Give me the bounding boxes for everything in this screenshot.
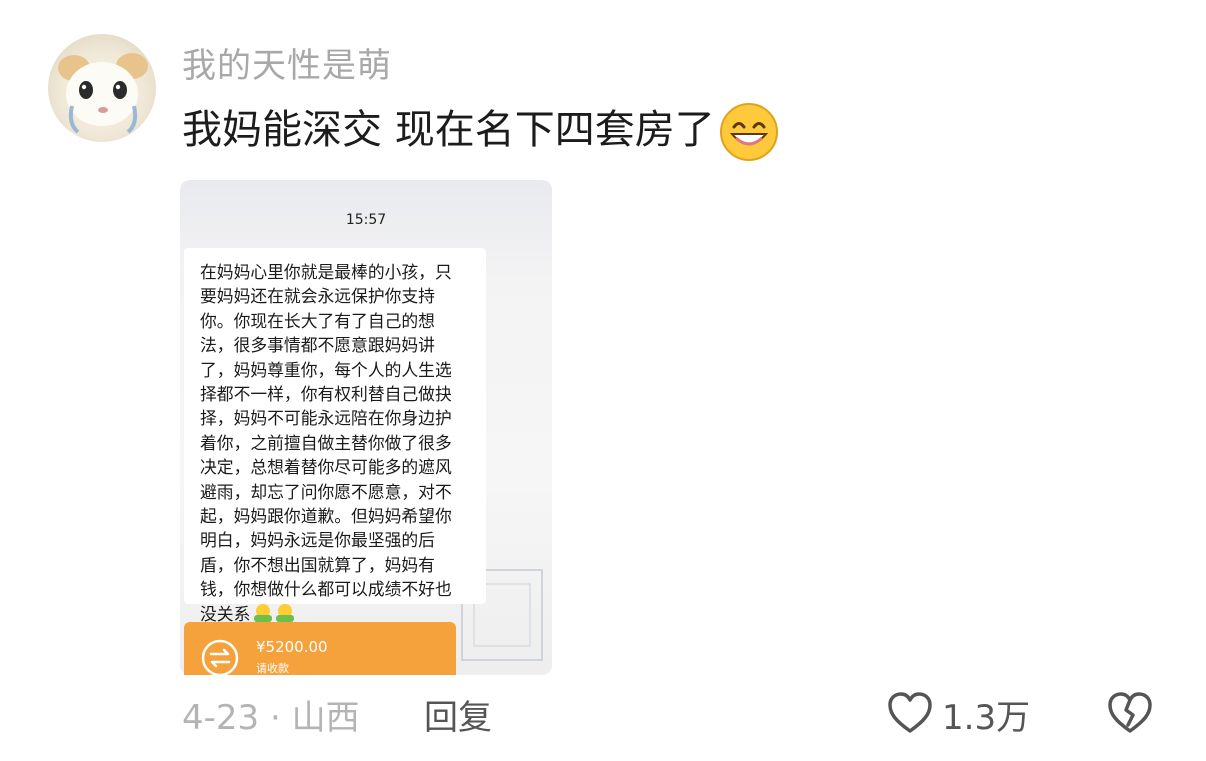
hugging-emoji: [276, 603, 295, 622]
comment-date-location: 4-23 · 山西: [182, 698, 360, 738]
transfer-amount: ¥5200.00: [256, 638, 328, 656]
reply-button[interactable]: 回复: [424, 690, 492, 739]
transfer-icon: [201, 639, 239, 677]
transfer-card[interactable]: ¥5200.00 请收款: [184, 622, 456, 677]
username[interactable]: 我的天性是萌: [182, 38, 392, 87]
chat-timestamp: 15:57: [345, 212, 387, 228]
grinning-face-emoji: [719, 103, 778, 161]
avatar[interactable]: [48, 34, 156, 142]
message-text: 在妈妈心里你就是最棒的小孩，只 要妈妈还在就会永远保护你支持 你。你现在长大了有…: [200, 260, 486, 626]
avatar-image: [58, 53, 148, 134]
message-bubble: 在妈妈心里你就是最棒的小孩，只 要妈妈还在就会永远保护你支持 你。你现在长大了有…: [184, 248, 486, 624]
comment-text: 我妈能深交 现在名下四套房了: [182, 107, 715, 153]
comment-text-line: 我妈能深交 现在名下四套房了: [182, 102, 779, 162]
hugging-emoji: [254, 603, 273, 622]
like-count: 1.3万: [942, 698, 1031, 738]
heart-icon[interactable]: [886, 690, 934, 736]
transfer-note: 请收款: [256, 662, 289, 675]
message-body: 在妈妈心里你就是最棒的小孩，只 要妈妈还在就会永远保护你支持 你。你现在长大了有…: [200, 262, 452, 624]
broken-heart-icon[interactable]: [1106, 690, 1154, 736]
